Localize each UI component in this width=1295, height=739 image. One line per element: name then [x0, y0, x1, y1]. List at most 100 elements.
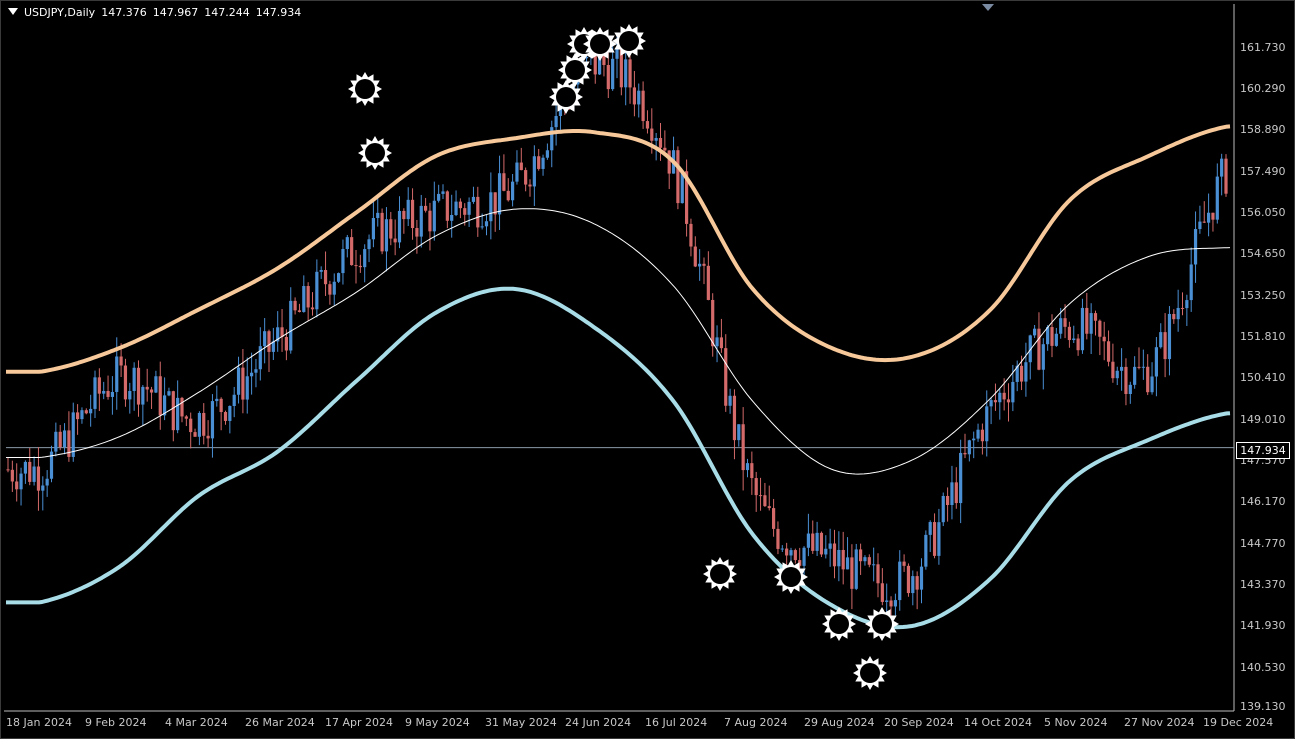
- date-tick: 19 Dec 2024: [1203, 716, 1274, 729]
- candle-body: [45, 478, 49, 486]
- candle-body: [658, 137, 663, 148]
- candle-body: [632, 87, 636, 105]
- candle-body: [1202, 221, 1206, 223]
- candle-body: [180, 397, 184, 417]
- price-tick: 154.650: [1240, 247, 1286, 260]
- candle-body: [976, 429, 980, 439]
- candle-body: [110, 391, 114, 397]
- chart-window[interactable]: USDJPY,Daily 147.376 147.967 147.244 147.934…: [0, 0, 1295, 739]
- candle-body: [197, 412, 201, 437]
- candle-body: [789, 550, 793, 556]
- candle-body: [41, 485, 45, 491]
- candle-body: [289, 300, 293, 351]
- collapse-triangle-icon[interactable]: [8, 8, 18, 15]
- candle-body: [115, 356, 119, 392]
- candle-body: [998, 392, 1002, 403]
- candle-body: [36, 466, 41, 491]
- candle-body: [637, 90, 641, 105]
- candle-body: [1193, 229, 1198, 265]
- candle-body: [1133, 366, 1137, 385]
- candle-body: [1172, 313, 1176, 320]
- date-tick: 14 Oct 2024: [964, 716, 1033, 729]
- candle-body: [1180, 307, 1185, 309]
- candle-body: [889, 600, 893, 607]
- candle-body: [919, 566, 924, 590]
- candle-body: [302, 286, 306, 312]
- date-tick: 9 May 2024: [405, 716, 470, 729]
- candle-body: [1150, 376, 1154, 393]
- current-price-tag: 147.934: [1236, 442, 1290, 459]
- candle-body: [859, 549, 863, 562]
- candle-body: [406, 199, 410, 220]
- candle-body: [750, 463, 754, 479]
- candle-body: [19, 473, 23, 490]
- candle-body: [437, 193, 441, 201]
- candle-body: [993, 400, 998, 403]
- candle-body: [397, 210, 402, 243]
- candle-body: [867, 557, 871, 565]
- candle-body: [758, 495, 763, 497]
- candle-body: [872, 564, 876, 566]
- candle-body: [1111, 361, 1115, 379]
- symbol-info[interactable]: USDJPY,Daily 147.376 147.967 147.244 147.934: [8, 6, 307, 19]
- date-tick: 31 May 2024: [485, 716, 557, 729]
- candle-body: [763, 495, 767, 507]
- candle-body: [963, 452, 967, 455]
- candle-body: [89, 408, 93, 414]
- candle-body: [380, 212, 384, 252]
- candle-body: [467, 201, 471, 215]
- candle-body: [484, 221, 489, 227]
- sun-marker-center: [781, 567, 801, 587]
- candle-body: [828, 543, 832, 549]
- candle-body: [136, 367, 141, 405]
- candle-body: [524, 170, 528, 185]
- candle-body: [263, 331, 267, 347]
- candle-body: [84, 410, 88, 414]
- candle-body: [898, 561, 902, 601]
- date-tick: 26 Mar 2024: [245, 716, 315, 729]
- date-tick: 20 Sep 2024: [884, 716, 954, 729]
- candle-body: [650, 128, 654, 141]
- candle-body: [450, 215, 454, 221]
- candle-body: [123, 365, 128, 400]
- candle-body: [97, 377, 101, 394]
- candle-body: [1041, 344, 1045, 370]
- candle-body: [171, 391, 175, 431]
- candle-body: [1033, 328, 1037, 336]
- candle-body: [624, 59, 628, 88]
- chart-shift-marker-icon[interactable]: [982, 4, 994, 11]
- candle-body: [337, 273, 341, 282]
- candle-body: [267, 331, 271, 352]
- candle-body: [950, 482, 954, 506]
- close-value: 147.934: [255, 6, 302, 19]
- candle-body: [767, 506, 771, 509]
- sun-marker-center: [872, 614, 892, 634]
- candle-body: [541, 157, 545, 169]
- candle-body: [1102, 336, 1106, 342]
- candle-body: [315, 271, 319, 310]
- candle-body: [946, 495, 950, 506]
- candle-body: [119, 356, 123, 366]
- candle-body: [776, 528, 780, 549]
- candle-body: [23, 461, 27, 474]
- candle-body: [1167, 313, 1172, 360]
- candle-body: [715, 337, 719, 347]
- candle-body: [902, 561, 906, 566]
- candle-body: [1146, 366, 1150, 393]
- price-chart[interactable]: [0, 0, 1295, 739]
- candle-body: [1076, 338, 1080, 351]
- candle-body: [545, 150, 549, 158]
- candle-body: [1198, 221, 1202, 230]
- price-tick: 150.410: [1240, 371, 1286, 384]
- candle-body: [724, 348, 728, 406]
- candle-body: [972, 438, 976, 441]
- candle-body: [62, 430, 67, 448]
- axis-lines: [4, 4, 1235, 712]
- candle-body: [415, 228, 419, 237]
- candle-body: [1098, 320, 1102, 337]
- candle-body: [402, 210, 406, 220]
- candle-body: [167, 391, 171, 396]
- sun-marker-center: [710, 564, 730, 584]
- candle-body: [158, 376, 162, 416]
- candle-body: [345, 237, 349, 250]
